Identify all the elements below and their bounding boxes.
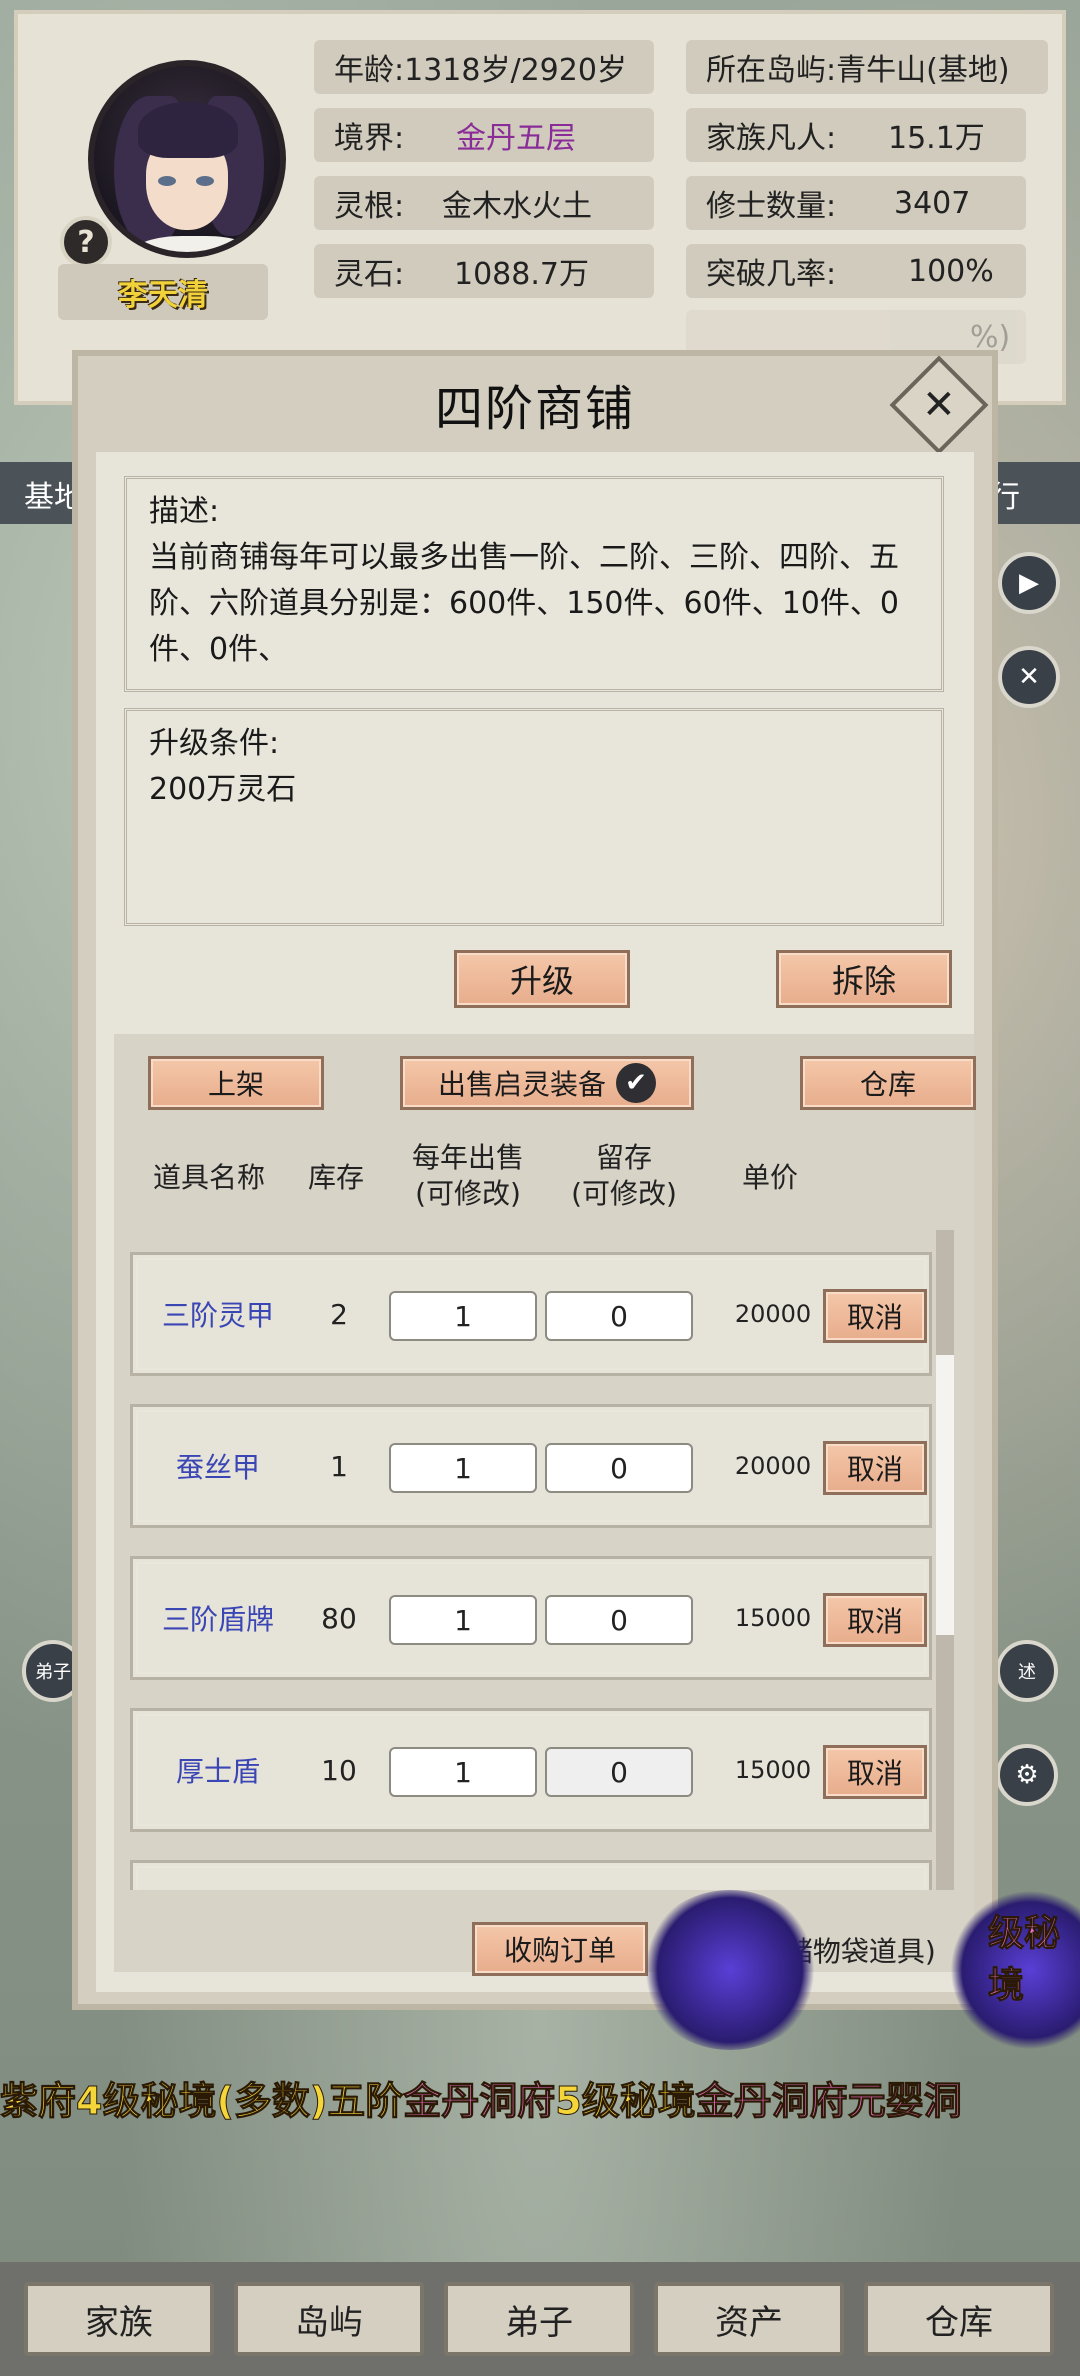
- news-marquee: 紫府4级秘境(多数)五阶金丹洞府5级秘境金丹洞府元婴洞: [0, 2079, 962, 2124]
- stat-spirit-root: 灵根: 金木水火土: [314, 176, 654, 230]
- close-icon: ✕: [922, 381, 956, 428]
- table-row: 三阶盾牌 80 1 0 15000 取消: [130, 1556, 932, 1680]
- sell-toggle[interactable]: 出售启灵装备 ✔: [400, 1056, 694, 1110]
- upgrade-title: 升级条件:: [149, 726, 280, 761]
- list-scroll-thumb[interactable]: [936, 1355, 954, 1635]
- item-name[interactable]: 蚕丝甲: [143, 1407, 293, 1525]
- stat-cultivators: 修士数量: 3407: [686, 176, 1026, 230]
- stat-mortals: 家族凡人: 15.1万: [686, 108, 1026, 162]
- demolish-button[interactable]: 拆除: [776, 950, 952, 1008]
- item-stock: 80: [321, 1601, 357, 1635]
- item-price: 20000: [734, 1300, 812, 1328]
- character-name: 李天清: [58, 264, 268, 320]
- table-row: 厚士盾 10 1 0 15000 取消: [130, 1708, 932, 1832]
- cancel-button[interactable]: 取消: [823, 1441, 927, 1495]
- description-box: 描述: 当前商铺每年可以最多出售一阶、二阶、三阶、四阶、五阶、六阶道具分别是：6…: [124, 476, 944, 692]
- item-stock: 10: [321, 1753, 357, 1787]
- cancel-button[interactable]: 取消: [823, 1289, 927, 1343]
- play-icon[interactable]: ▶: [998, 552, 1060, 614]
- upgrade-text: 200万灵石: [149, 772, 297, 807]
- shop-dialog: 四阶商铺 ✕ 描述: 当前商铺每年可以最多出售一阶、二阶、三阶、四阶、五阶、六阶…: [72, 350, 998, 2010]
- checkmark-icon: ✔: [616, 1063, 656, 1103]
- nav-assets[interactable]: 资产: [654, 2282, 844, 2356]
- header-name: 道具名称: [152, 1161, 265, 1194]
- help-icon[interactable]: ?: [60, 216, 112, 268]
- nav-island[interactable]: 岛屿: [234, 2282, 424, 2356]
- header-per-year: 每年出售 (可修改): [411, 1141, 524, 1210]
- table-row: [130, 1860, 932, 1890]
- close-icon[interactable]: ✕: [998, 646, 1060, 708]
- item-price: 15000: [734, 1756, 812, 1784]
- stat-spirit-stones: 灵石: 1088.7万: [314, 244, 654, 298]
- item-stock: 2: [330, 1297, 348, 1331]
- character-avatar[interactable]: [88, 60, 286, 258]
- portal-image[interactable]: [640, 1890, 820, 2050]
- reserve-input[interactable]: 0: [545, 1443, 693, 1493]
- nav-disciples[interactable]: 弟子: [444, 2282, 634, 2356]
- description-title: 描述:: [149, 494, 220, 529]
- item-name[interactable]: 三阶盾牌: [143, 1559, 293, 1677]
- reserve-input[interactable]: 0: [545, 1595, 693, 1645]
- header-price: 单价: [741, 1161, 798, 1194]
- item-price: 20000: [734, 1452, 812, 1480]
- stat-age: 年龄: 1318岁/2920岁: [314, 40, 654, 94]
- dialog-body: 描述: 当前商铺每年可以最多出售一阶、二阶、三阶、四阶、五阶、六阶道具分别是：6…: [96, 452, 976, 1992]
- reserve-input[interactable]: 0: [545, 1291, 693, 1341]
- per-year-input[interactable]: 1: [389, 1747, 537, 1797]
- nav-family[interactable]: 家族: [24, 2282, 214, 2356]
- per-year-input[interactable]: 1: [389, 1443, 537, 1493]
- warehouse-button[interactable]: 仓库: [800, 1056, 976, 1110]
- purchase-order-button[interactable]: 收购订单: [472, 1922, 648, 1976]
- stat-island: 所在岛屿: 青牛山(基地): [686, 40, 1048, 94]
- item-stock: 1: [330, 1449, 348, 1483]
- per-year-input[interactable]: 1: [389, 1291, 537, 1341]
- upgrade-button[interactable]: 升级: [454, 950, 630, 1008]
- marquee-fragment-right: 级秘境: [988, 1913, 1061, 2007]
- item-name[interactable]: 三阶灵甲: [143, 1255, 293, 1373]
- dialog-title: 四阶商铺: [434, 381, 635, 437]
- item-name[interactable]: 厚士盾: [143, 1711, 293, 1829]
- character-stats-panel: ? 李天清 年龄: 1318岁/2920岁 境界: 金丹五层 灵根: 金木水火土 …: [14, 10, 1066, 405]
- item-list-area: 上架 出售启灵装备 ✔ 仓库 道具名称 库存 每年出售 (可修改) 留存 (可修改)…: [114, 1034, 976, 1976]
- cancel-button[interactable]: 取消: [823, 1745, 927, 1799]
- description-text: 当前商铺每年可以最多出售一阶、二阶、三阶、四阶、五阶、六阶道具分别是：600件、…: [149, 540, 899, 667]
- stat-breakthrough-chance: 突破几率: 100%: [686, 244, 1026, 298]
- list-item-button[interactable]: 上架: [148, 1056, 324, 1110]
- per-year-input[interactable]: 1: [389, 1595, 537, 1645]
- item-scroll-list[interactable]: 三阶灵甲 2 1 0 20000 取消 蚕丝甲 1 1 0 20000 取消 三…: [114, 1230, 974, 1890]
- gear-icon[interactable]: ⚙: [996, 1744, 1058, 1806]
- header-stock: 库存: [307, 1161, 364, 1194]
- item-price: 15000: [734, 1604, 812, 1632]
- nav-warehouse[interactable]: 仓库: [864, 2282, 1054, 2356]
- header-reserve: 留存 (可修改): [571, 1141, 677, 1210]
- stat-realm: 境界: 金丹五层: [314, 108, 654, 162]
- table-row: 蚕丝甲 1 1 0 20000 取消: [130, 1404, 932, 1528]
- upgrade-box: 升级条件: 200万灵石: [124, 708, 944, 926]
- info-side-button[interactable]: 述: [996, 1640, 1058, 1702]
- reserve-input[interactable]: 0: [545, 1747, 693, 1797]
- table-row: 三阶灵甲 2 1 0 20000 取消: [130, 1252, 932, 1376]
- cancel-button[interactable]: 取消: [823, 1593, 927, 1647]
